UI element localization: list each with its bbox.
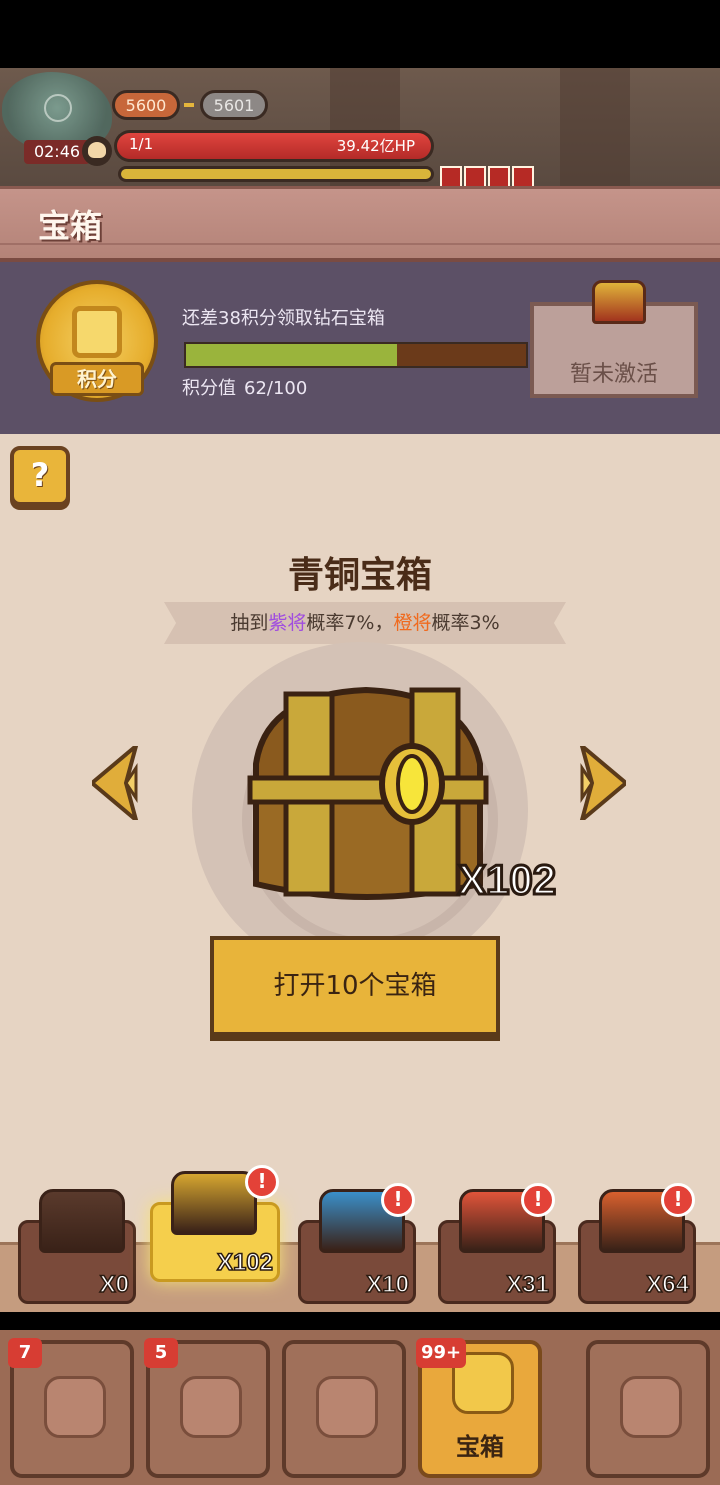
chest-main-area: ? 青铜宝箱 抽到紫将概率7%，橙将概率3% X102 打开10个宝箱 <box>0 434 720 1250</box>
alert-icon: ! <box>245 1165 279 1199</box>
nav-badge: 7 <box>8 1338 42 1368</box>
chest-slot-count: X0 <box>99 1270 130 1299</box>
boss-hp-bar: 1/1 39.42亿HP <box>114 130 434 162</box>
chest-icon <box>39 1189 125 1253</box>
score-divider <box>184 103 194 107</box>
orange-rate: 概率3% <box>431 612 500 634</box>
nav-badge: 99+ <box>416 1338 467 1368</box>
attack-up-icon <box>464 166 486 186</box>
status-bar <box>0 0 720 68</box>
nav-label: 宝箱 <box>456 1433 504 1461</box>
chest-count: X102 <box>456 855 557 905</box>
points-medal-icon: 积分 <box>36 280 158 410</box>
armor-icon <box>180 1376 242 1438</box>
skull-icon <box>82 136 112 166</box>
chest-slot[interactable]: ! X102 <box>150 1165 280 1282</box>
attack-up-icon <box>440 166 462 186</box>
alert-icon: ! <box>661 1183 695 1217</box>
title-plank: 宝箱 <box>0 186 720 262</box>
fire-icon <box>512 166 534 186</box>
chest-slot-count: X10 <box>366 1270 410 1299</box>
nav-button[interactable]: 7 <box>8 1338 134 1478</box>
open-chests-button[interactable]: 打开10个宝箱 <box>210 936 500 1036</box>
chest-slot[interactable]: ! X64 <box>578 1183 696 1304</box>
chevron-left-icon <box>88 740 140 826</box>
page-title: 宝箱 <box>38 207 103 245</box>
chest-name: 青铜宝箱 <box>287 555 432 596</box>
open-chests-label: 打开10个宝箱 <box>273 971 437 1001</box>
game-screen: 5600 5601 02:46 1/1 39.42亿HP 宝箱 积分 还差38积… <box>0 0 720 1485</box>
diamond-chest-reward-button[interactable]: 暂未激活 <box>530 280 698 398</box>
helmet-icon <box>316 1376 378 1438</box>
points-panel: 积分 还差38积分领取钻石宝箱 积分值 62/100 暂未激活 <box>0 262 720 434</box>
nav-button[interactable]: 5 <box>144 1338 270 1478</box>
buff-list <box>440 166 534 186</box>
nav-button[interactable] <box>282 1340 406 1478</box>
chest-slot[interactable]: ! X31 <box>438 1183 556 1304</box>
next-chest-arrow[interactable] <box>576 740 630 826</box>
chest-shelf: X0! X102! X10! X31! X64 <box>0 1165 720 1330</box>
points-progress-bar <box>184 342 528 368</box>
chest-slot-count: X64 <box>646 1270 690 1299</box>
chest-slot[interactable]: X0 <box>18 1189 136 1304</box>
help-button[interactable]: ? <box>10 446 70 506</box>
chest-slot-count: X31 <box>506 1270 550 1299</box>
alert-icon: ! <box>521 1183 555 1217</box>
scroll-icon <box>620 1376 682 1438</box>
bottom-nav: 7 5 99+ 宝箱 <box>0 1330 720 1485</box>
battle-timer: 02:46 <box>24 140 90 164</box>
orange-hero-label: 橙将 <box>393 612 432 634</box>
rock-icon <box>44 1376 106 1438</box>
charge-bar <box>118 166 434 182</box>
points-value: 62/100 <box>244 378 308 399</box>
chest-slot[interactable]: ! X10 <box>298 1183 416 1304</box>
medal-label: 积分 <box>50 362 144 396</box>
points-value-label: 积分值 <box>182 378 236 399</box>
purple-rate: 概率7%， <box>306 612 394 634</box>
boss-hp-value: 39.42亿HP <box>336 137 415 155</box>
spiral-icon <box>488 166 510 186</box>
purple-hero-label: 紫将 <box>268 612 307 634</box>
nav-button[interactable]: 99+ 宝箱 <box>416 1338 542 1478</box>
alert-icon: ! <box>381 1183 415 1217</box>
wave-count: 1/1 <box>129 135 154 153</box>
prev-chest-arrow[interactable] <box>88 740 142 826</box>
odds-ribbon: 抽到紫将概率7%，橙将概率3% <box>164 602 566 644</box>
odds-text: 抽到紫将概率7%，橙将概率3% <box>164 602 566 644</box>
points-hint: 还差38积分领取钻石宝箱 <box>182 308 385 329</box>
chest-slot-count: X102 <box>216 1248 274 1277</box>
odds-prefix: 抽到 <box>230 612 269 634</box>
chevron-right-icon <box>578 740 630 826</box>
diamond-chest-icon <box>592 280 646 324</box>
reward-status: 暂未激活 <box>569 362 658 387</box>
nav-button[interactable] <box>586 1340 710 1478</box>
left-score: 5600 <box>112 90 180 120</box>
points-value-row: 积分值 62/100 <box>182 374 307 400</box>
nav-badge: 5 <box>144 1338 178 1368</box>
right-score: 5601 <box>200 90 268 120</box>
battle-bar: 5600 5601 02:46 1/1 39.42亿HP <box>0 68 720 186</box>
